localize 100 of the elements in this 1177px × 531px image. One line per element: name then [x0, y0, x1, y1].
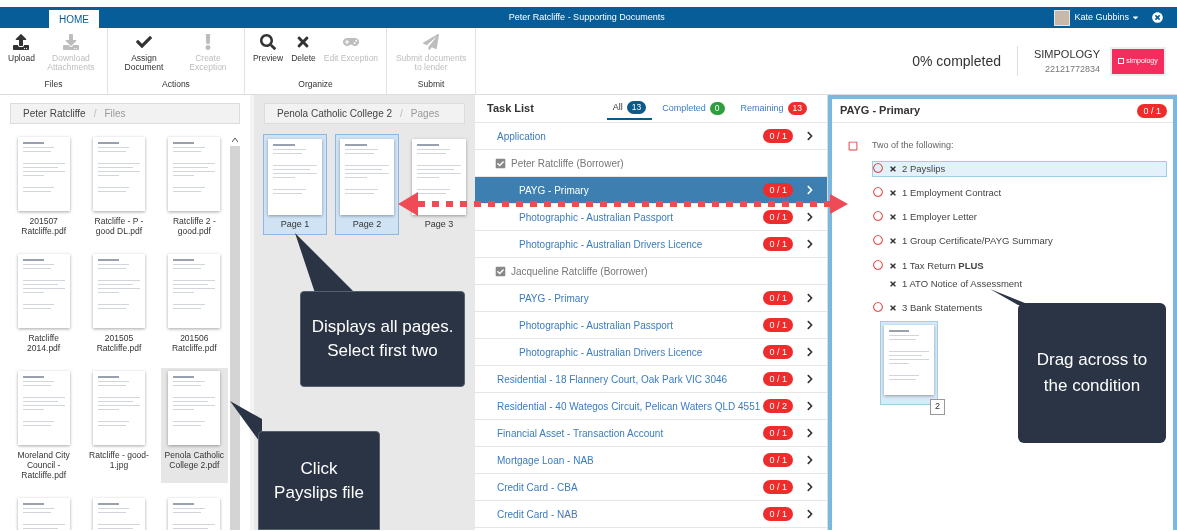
progress-text: 0% completed: [912, 51, 1002, 71]
option-row[interactable]: 2 Payslips: [872, 160, 1167, 177]
count-badge: 0 / 1: [763, 426, 793, 440]
breadcrumb-link[interactable]: Peter Ratcliffe: [23, 106, 86, 121]
drag-count: 2: [930, 399, 945, 415]
task-row[interactable]: Residential - 18 Flannery Court, Oak Park VIC 3046 0 / 1: [475, 366, 827, 393]
task-row[interactable]: Mortgage Loan - NAB 0 / 1: [475, 447, 827, 474]
ribbon-button[interactable]: Preview: [248, 34, 288, 79]
cross-icon: [889, 237, 897, 246]
task-row[interactable]: PAYG - Primary 0 / 1: [475, 285, 827, 312]
task-label: Residential - 40 Wategos Circuit, Pelican Waters QLD 4551: [497, 399, 762, 414]
count-badge: 0 / 1: [763, 291, 793, 305]
chevron-right-icon: [805, 239, 815, 249]
count-badge: 0 / 2: [763, 399, 793, 413]
task-row[interactable]: Financial Asset - Transaction Account 0 / 1: [475, 420, 827, 447]
cross-icon: [889, 213, 897, 222]
chevron-right-icon: [805, 401, 815, 411]
chevron-right-icon: [805, 509, 815, 519]
file-tile[interactable]: 201507 Ratcliffe.pdf: [10, 134, 78, 239]
breadcrumb-current: Pages: [410, 107, 440, 121]
count-badge: 0 / 1: [763, 183, 793, 197]
checkbox[interactable]: [495, 157, 506, 169]
task-label: Mortgage Loan - NAB: [497, 453, 595, 468]
chevron-right-icon: [805, 455, 815, 465]
document-requirement: 1 Group Certificate/PAYG Summary: [902, 234, 1053, 249]
callout-pointer: [295, 233, 355, 293]
file-tile[interactable]: Ratcliffe 2014.pdf: [10, 251, 78, 356]
scrollbar[interactable]: [230, 134, 240, 530]
user-menu[interactable]: Kate Gubbins: [1074, 10, 1140, 25]
file-name: 201506 Ratcliffe.pdf: [170, 333, 218, 353]
ribbon-button[interactable]: Delete: [287, 34, 320, 79]
cross-icon: [889, 304, 897, 313]
task-row[interactable]: Residential - 40 Wategos Circuit, Pelican Waters QLD 4551 0 / 2: [475, 393, 827, 420]
count-badge: 0 / 1: [763, 372, 793, 386]
task-row[interactable]: Photographic - Australian Drivers Licence 0 / 1: [475, 231, 827, 258]
task-label: Photographic - Australian Passport: [519, 210, 674, 225]
file-tile[interactable]: 201506 Ratcliffe.pdf: [160, 251, 228, 356]
ribbon-button[interactable]: Upload: [4, 34, 39, 79]
task-row[interactable]: Application 0 / 1: [475, 123, 827, 150]
count-badge: 0 / 1: [763, 318, 793, 332]
page-thumbnail: [884, 325, 934, 395]
caret-icon: [1131, 13, 1140, 22]
task-label: Financial Asset - Transaction Account: [497, 426, 665, 441]
task-label: PAYG - Primary: [519, 291, 590, 306]
ribbon-button[interactable]: Assign Document: [111, 34, 176, 79]
breadcrumb-link[interactable]: Penola Catholic College 2: [277, 106, 393, 121]
file-tile[interactable]: Penola Catholic College 2.pdf: [160, 368, 228, 483]
search-icon: [260, 34, 277, 50]
option-row[interactable]: 1 Group Certificate/PAYG Summary: [872, 233, 1167, 250]
task-row[interactable]: Photographic - Australian Passport 0 / 1: [475, 312, 827, 339]
file-tile[interactable]: Ratcliffe - P - good DL.pdf: [85, 134, 153, 239]
file-name: Ratcliffe 2 - good.pdf: [171, 216, 217, 236]
document-requirement: 3 Bank Statements: [902, 301, 983, 315]
task-row[interactable]: PAYG - Primary 0 / 1: [475, 177, 827, 204]
task-label: Photographic - Australian Drivers Licence: [519, 345, 704, 360]
option-row[interactable]: 1 Employment Contract: [872, 184, 1167, 201]
logo-square-icon: [1118, 58, 1125, 64]
count-badge: 0: [709, 102, 725, 115]
file-tile[interactable]: Moreland City Council - Ratcliffe.pdf: [10, 368, 78, 483]
document-requirement: 1 ATO Notice of Assessment: [902, 276, 1023, 291]
file-tile[interactable]: Ratcliffe - good-1.jpg: [85, 368, 153, 483]
file-name: Ratcliffe - P - good DL.pdf: [93, 216, 145, 236]
task-row[interactable]: Credit Card - CBA 0 / 1: [475, 474, 827, 501]
filter-tab[interactable]: Remaining 13: [734, 97, 813, 120]
checkbox[interactable]: [495, 265, 506, 277]
count-badge: 0 / 1: [763, 129, 793, 143]
cross-icon: [889, 164, 897, 173]
chevron-right-icon: [805, 212, 815, 222]
cross-icon: [889, 188, 897, 197]
filter-tab[interactable]: Completed 0: [656, 97, 731, 120]
option-row[interactable]: 1 Employer Letter: [872, 209, 1167, 226]
borrower-name: Peter Ratcliffe (Borrower): [511, 156, 624, 171]
panel-title: PAYG - Primary: [840, 103, 922, 119]
task-row[interactable]: Photographic - Australian Passport 0 / 1: [475, 204, 827, 231]
file-name: Ratcliffe - good-1.jpg: [88, 450, 150, 470]
checkbox[interactable]: [848, 140, 858, 151]
task-label: Application: [497, 129, 547, 144]
count-badge: 0 / 1: [763, 507, 793, 521]
document-requirement: 1 Tax Return PLUS: [902, 258, 984, 273]
task-label: Credit Card - NAB: [497, 507, 579, 522]
filter-tab[interactable]: All 13: [606, 97, 653, 120]
task-row[interactable]: Photographic - Australian Drivers Licence 0 / 1: [475, 339, 827, 366]
option-row[interactable]: 1 Tax Return PLUS 1 ATO Notice of Assessment: [872, 257, 1167, 292]
task-label: Residential - 18 Flannery Court, Oak Park VIC 3046: [497, 372, 729, 387]
avatar-placeholder: [1054, 9, 1071, 26]
ribbon-tab[interactable]: HOME: [49, 10, 99, 28]
page-tile[interactable]: Page 2: [335, 134, 399, 235]
company-number: 22121772834: [1044, 62, 1100, 76]
breadcrumb-current: Files: [104, 107, 126, 121]
task-row[interactable]: Credit Card - NAB 0 / 1: [475, 501, 827, 528]
file-tile[interactable]: 201505 Ratcliffe.pdf: [85, 251, 153, 356]
chevron-right-icon: [805, 428, 815, 438]
count-badge: 0 / 1: [763, 210, 793, 224]
file-tile[interactable]: Ratcliffe 2 - good.pdf: [160, 134, 228, 239]
page-tile[interactable]: Page 3: [407, 134, 471, 235]
page-tile[interactable]: Page 1: [263, 134, 327, 235]
close-icon[interactable]: [1152, 12, 1163, 23]
file-name: Ratcliffe 2014.pdf: [26, 333, 62, 353]
breadcrumb-separator: /: [400, 107, 403, 121]
chevron-right-icon: [805, 320, 815, 330]
